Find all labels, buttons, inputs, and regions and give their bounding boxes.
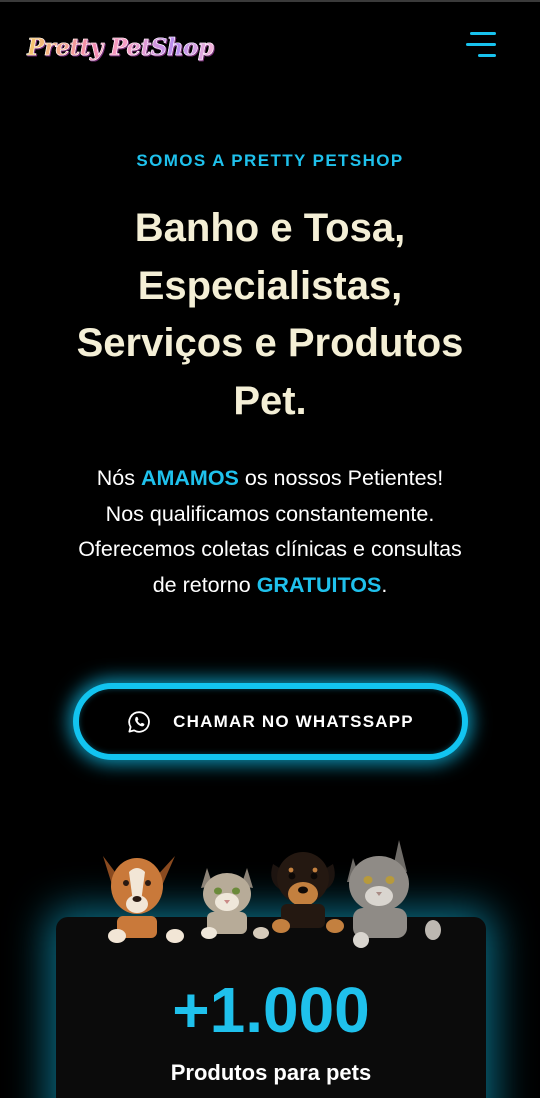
hamburger-menu-icon [470, 32, 496, 35]
puppy-icon [271, 852, 344, 933]
highlight-text: GRATUITOS [256, 572, 382, 597]
dogs-and-cats-illustration [103, 840, 441, 948]
hero-title-line: Banho e Tosa, [134, 206, 406, 250]
hero-title: Banho e Tosa, Especialistas, Serviços e … [20, 200, 520, 430]
dog-icon [103, 856, 184, 943]
hero-title-line: Serviços e Produtos [76, 321, 464, 365]
page: Pretty PetShop SOMOS A PRETTY PETSHOP Ba… [0, 0, 540, 1098]
whatsapp-cta-label: CHAMAR NO WHATSSAPP [173, 711, 414, 731]
hero-title-line: Especialistas, [137, 263, 403, 308]
stat-label: Produtos para pets [170, 1060, 372, 1085]
logo[interactable]: Pretty PetShop [27, 34, 214, 62]
top-divider [0, 0, 540, 2]
hero-text-line: de retorno GRATUITOS. [20, 568, 520, 604]
hero-text-line: Nós AMAMOS os nossos Petientes! [20, 461, 520, 497]
cat-icon [347, 840, 441, 948]
whatsapp-cta-button[interactable]: CHAMAR NO WHATSSAPP [73, 683, 468, 760]
stat-value: +1.000 [172, 974, 370, 1046]
whatsapp-icon [128, 710, 151, 733]
hero-title-line: Pet. [233, 378, 307, 423]
hero-description: Nós AMAMOS os nossos Petientes! Nos qual… [20, 461, 520, 603]
highlight-text: AMAMOS [140, 466, 239, 490]
hero-eyebrow: SOMOS A PRETTY PETSHOP [136, 151, 404, 170]
cat-icon [201, 868, 269, 939]
hero-text-line: Nos qualificamos constantemente. [105, 501, 435, 526]
hamburger-line [466, 43, 496, 46]
text-segment: de retorno [152, 572, 257, 597]
menu-button[interactable] [464, 30, 498, 60]
text-segment: . [381, 572, 388, 597]
hamburger-line [478, 54, 496, 57]
text-segment: os nossos Petientes! [238, 466, 444, 490]
hero-text-line: Oferecemos coletas clínicas e consultas [78, 537, 462, 561]
text-segment: Nós [96, 466, 141, 490]
